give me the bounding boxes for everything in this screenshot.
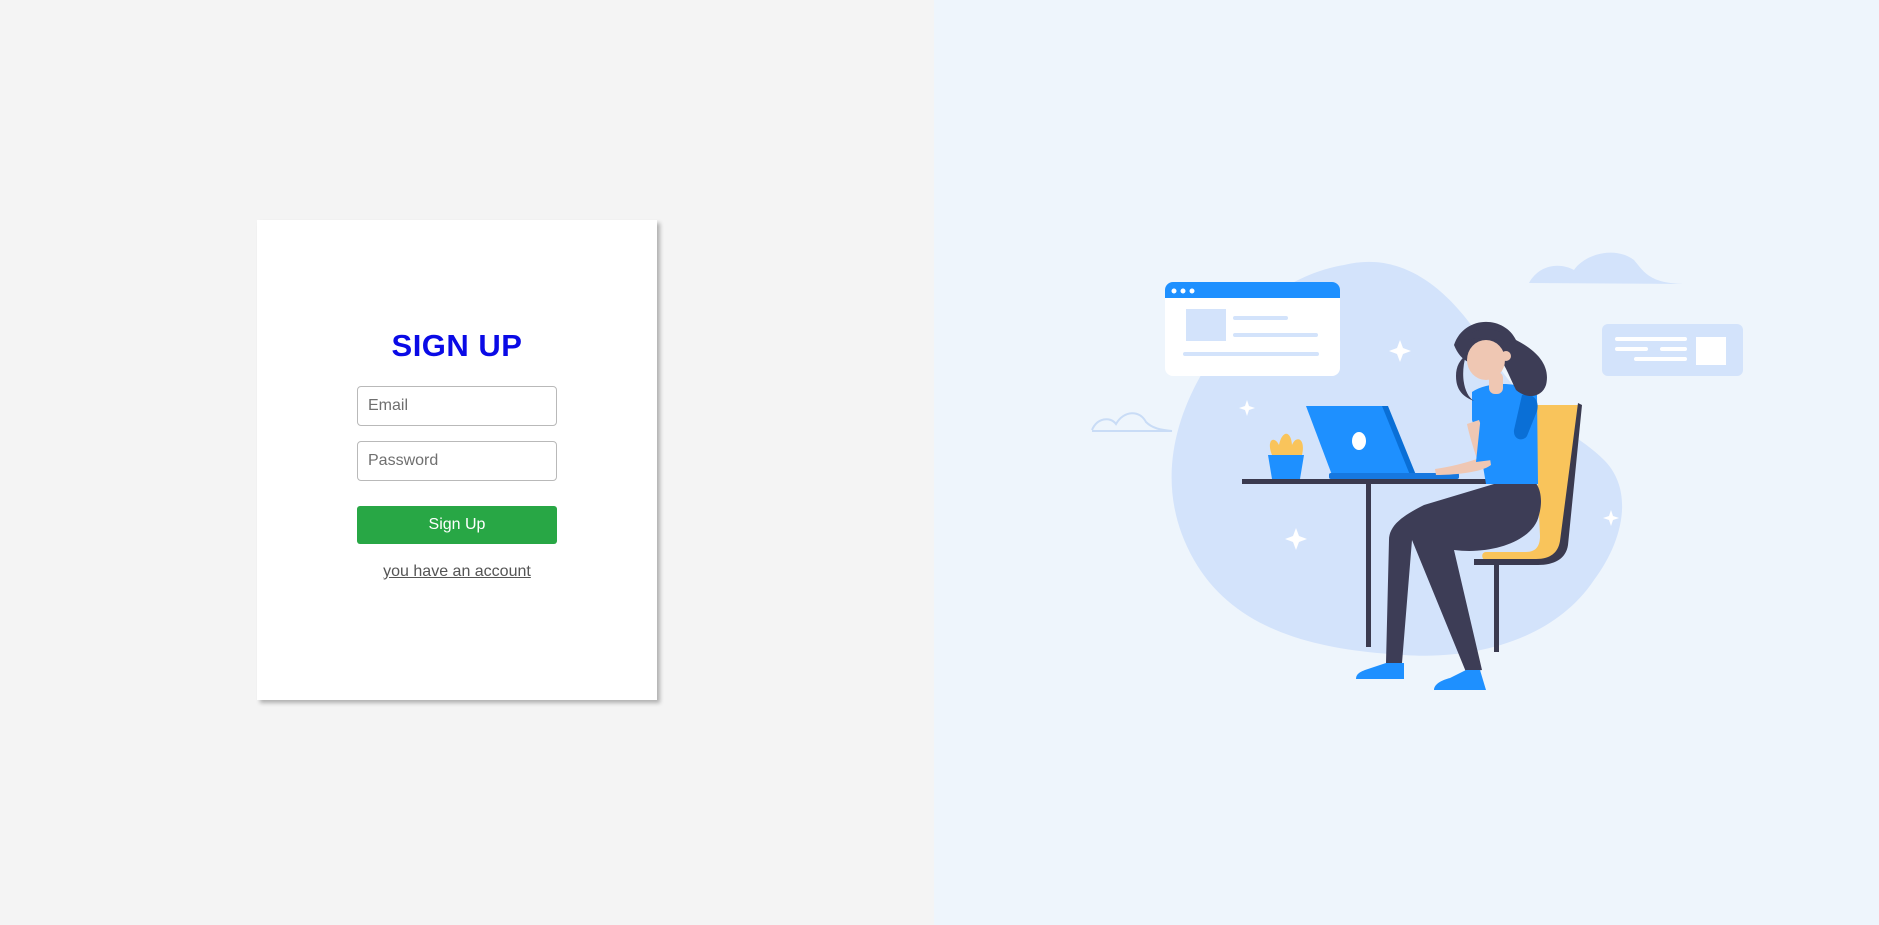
shoe <box>1356 663 1404 679</box>
password-field[interactable] <box>357 441 557 481</box>
woman-face <box>1467 340 1505 380</box>
login-link[interactable]: you have an account <box>383 563 531 581</box>
form-pane: SIGN UP Sign Up you have an account <box>0 0 934 925</box>
illustration-pane <box>934 0 1879 925</box>
desk-top <box>1242 479 1510 484</box>
cloud-top-right <box>1529 252 1684 284</box>
cloud-left <box>1091 412 1173 432</box>
email-field[interactable] <box>357 386 557 426</box>
signup-card: SIGN UP Sign Up you have an account <box>257 220 657 700</box>
page-title: SIGN UP <box>391 328 523 363</box>
sign-up-button[interactable]: Sign Up <box>357 506 557 544</box>
plant-pot <box>1268 455 1304 479</box>
signup-page: SIGN UP Sign Up you have an account <box>0 0 1879 925</box>
woman-working-on-laptop-illustration-icon <box>1091 252 1743 690</box>
